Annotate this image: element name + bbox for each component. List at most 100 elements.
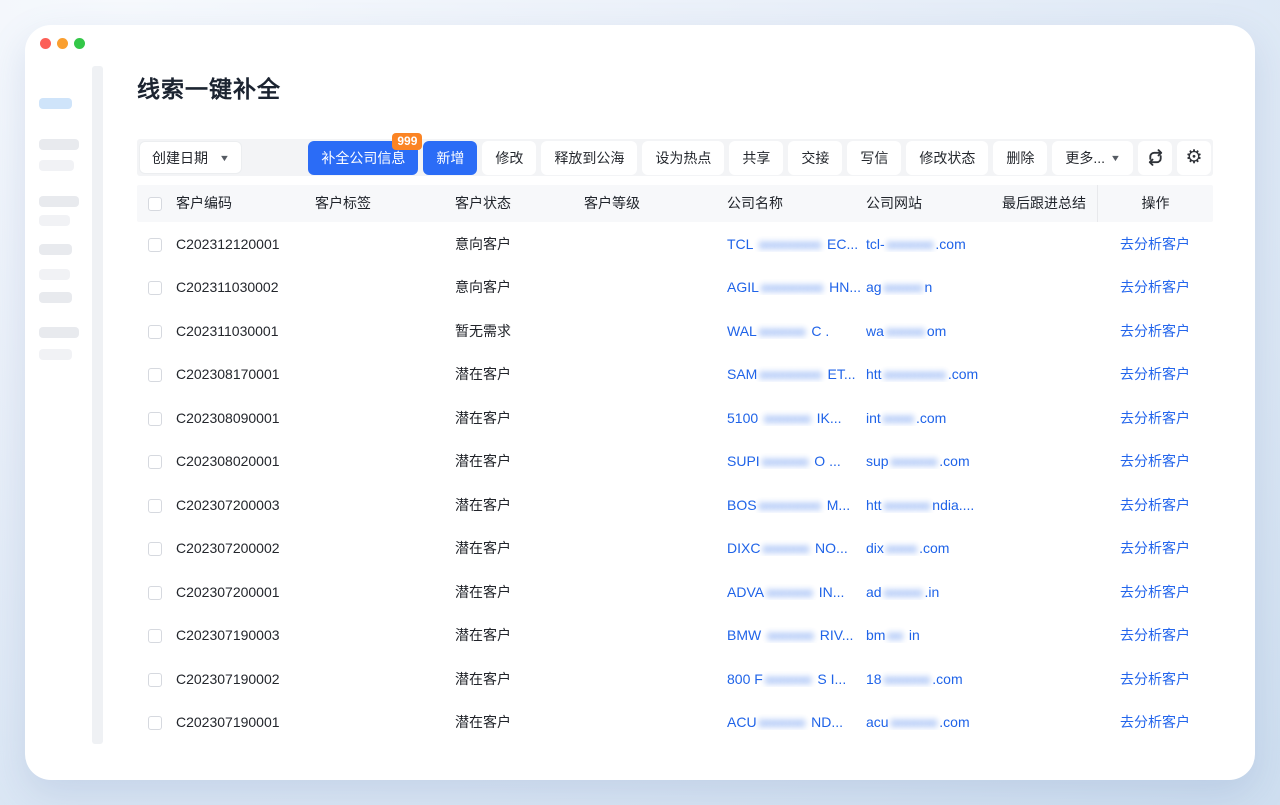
company-name-link[interactable]: AGILoooooooo HN...	[727, 279, 866, 295]
company-name-visible: S I...	[814, 671, 847, 687]
company-website-link[interactable]: bmoo in	[866, 627, 1002, 643]
company-website-link[interactable]: supoooooo.com	[866, 453, 1002, 469]
row-checkbox[interactable]	[148, 281, 162, 295]
row-checkbox[interactable]	[148, 412, 162, 426]
sidebar-item[interactable]	[39, 215, 70, 226]
company-name-visible: C .	[808, 323, 830, 339]
sidebar-item[interactable]	[39, 139, 79, 150]
row-actions: 去分析客户	[1097, 321, 1213, 341]
company-name-visible: HN...	[825, 279, 861, 295]
company-website-visible: om	[927, 323, 946, 339]
company-name-link[interactable]: WALoooooo C .	[727, 323, 866, 339]
company-website-link[interactable]: agooooon	[866, 279, 1002, 295]
customer-code: C202307190002	[176, 671, 315, 687]
analyze-customer-link[interactable]: 去分析客户	[1120, 323, 1190, 339]
analyze-customer-link[interactable]: 去分析客户	[1120, 497, 1190, 513]
sidebar-item[interactable]	[39, 292, 72, 303]
sidebar-item[interactable]	[39, 196, 79, 207]
toolbar-button[interactable]: 修改	[482, 141, 536, 175]
company-website-link[interactable]: tcl-oooooo.com	[866, 236, 1002, 252]
row-checkbox[interactable]	[148, 673, 162, 687]
row-checkbox[interactable]	[148, 499, 162, 513]
sync-transfer-button[interactable]	[1138, 141, 1172, 175]
row-checkbox[interactable]	[148, 586, 162, 600]
row-checkbox[interactable]	[148, 238, 162, 252]
company-name-visible: NO...	[811, 540, 848, 556]
company-name-link[interactable]: ADVAoooooo IN...	[727, 584, 866, 600]
analyze-customer-link[interactable]: 去分析客户	[1120, 366, 1190, 382]
row-checkbox[interactable]	[148, 629, 162, 643]
company-website-link[interactable]: 18oooooo.com	[866, 671, 1002, 687]
company-website-visible: .in	[925, 584, 940, 600]
analyze-customer-link[interactable]: 去分析客户	[1120, 279, 1190, 295]
app-window: 线索一键补全 创建日期 ▼ 补全公司信息 999 新增 修改释放到公海设为热点共…	[25, 25, 1255, 780]
analyze-customer-link[interactable]: 去分析客户	[1120, 453, 1190, 469]
company-website-link[interactable]: dixoooo.com	[866, 540, 1002, 556]
row-checkbox[interactable]	[148, 368, 162, 382]
analyze-customer-link[interactable]: 去分析客户	[1120, 410, 1190, 426]
analyze-customer-link[interactable]: 去分析客户	[1120, 236, 1190, 252]
analyze-customer-link[interactable]: 去分析客户	[1120, 714, 1190, 730]
toolbar-button[interactable]: 修改状态	[906, 141, 988, 175]
table-row: C202311030001 暂无需求 WALoooooo C . waooooo…	[137, 309, 1213, 353]
company-name-link[interactable]: BMW oooooo RIV...	[727, 627, 866, 643]
company-name-redacted: oooooooo	[759, 366, 821, 382]
toolbar-button[interactable]: 删除	[993, 141, 1047, 175]
sidebar-item[interactable]	[39, 327, 79, 338]
column-header: 客户等级	[584, 185, 727, 222]
minimize-window-button[interactable]	[57, 38, 68, 49]
sidebar-item[interactable]	[39, 269, 70, 280]
row-checkbox[interactable]	[148, 325, 162, 339]
select-all-checkbox[interactable]	[148, 197, 162, 211]
company-name-link[interactable]: BOSoooooooo M...	[727, 497, 866, 513]
company-website-visible: .com	[939, 714, 969, 730]
company-name-link[interactable]: SUPIoooooo O ...	[727, 453, 866, 469]
add-button[interactable]: 新增	[423, 141, 477, 175]
company-name-link[interactable]: DIXCoooooo NO...	[727, 540, 866, 556]
column-header: 客户编码	[176, 185, 315, 222]
company-website-link[interactable]: acuoooooo.com	[866, 714, 1002, 730]
sidebar-item[interactable]	[39, 349, 72, 360]
toolbar-button[interactable]: 共享	[729, 141, 783, 175]
more-button[interactable]: 更多... ▼	[1052, 141, 1133, 175]
toolbar-button[interactable]: 释放到公海	[541, 141, 637, 175]
row-checkbox[interactable]	[148, 716, 162, 730]
row-checkbox[interactable]	[148, 455, 162, 469]
company-name-visible: EC...	[823, 236, 858, 252]
company-name-link[interactable]: SAMoooooooo ET...	[727, 366, 866, 382]
row-checkbox-cell	[137, 323, 176, 339]
table-row: C202311030002 意向客户 AGILoooooooo HN... ag…	[137, 266, 1213, 310]
row-checkbox-cell	[137, 236, 176, 252]
toolbar-button[interactable]: 交接	[788, 141, 842, 175]
toolbar-button[interactable]: 写信	[847, 141, 901, 175]
toolbar-button[interactable]: 设为热点	[642, 141, 724, 175]
company-website-link[interactable]: intoooo.com	[866, 410, 1002, 426]
company-website-link[interactable]: httoooooooo.com	[866, 366, 1002, 382]
company-website-link[interactable]: adooooo.in	[866, 584, 1002, 600]
settings-button[interactable]: ⚙	[1177, 141, 1211, 175]
company-name-redacted: oooooooo	[759, 497, 821, 513]
sidebar-item[interactable]	[39, 160, 74, 171]
company-name-link[interactable]: ACUoooooo ND...	[727, 714, 866, 730]
company-website-link[interactable]: waoooooom	[866, 323, 1002, 339]
sidebar-item-active[interactable]	[39, 98, 72, 109]
company-website-redacted: oooo	[883, 410, 914, 426]
analyze-customer-link[interactable]: 去分析客户	[1120, 584, 1190, 600]
company-name-link[interactable]: 5100 oooooo IK...	[727, 410, 866, 426]
table-row: C202307200002 潜在客户 DIXCoooooo NO... dixo…	[137, 527, 1213, 571]
customer-status: 潜在客户	[455, 625, 584, 645]
analyze-customer-link[interactable]: 去分析客户	[1120, 540, 1190, 556]
date-filter-select[interactable]: 创建日期 ▼	[139, 141, 242, 174]
company-website-visible: n	[925, 279, 933, 295]
company-name-link[interactable]: 800 Foooooo S I...	[727, 671, 866, 687]
sidebar-item[interactable]	[39, 244, 72, 255]
company-website-visible: .com	[939, 453, 969, 469]
company-name-link[interactable]: TCL oooooooo EC...	[727, 236, 866, 252]
analyze-customer-link[interactable]: 去分析客户	[1120, 627, 1190, 643]
analyze-customer-link[interactable]: 去分析客户	[1120, 671, 1190, 687]
complete-company-info-button[interactable]: 补全公司信息 999	[308, 141, 418, 175]
maximize-window-button[interactable]	[74, 38, 85, 49]
row-checkbox[interactable]	[148, 542, 162, 556]
close-window-button[interactable]	[40, 38, 51, 49]
company-website-link[interactable]: httoooooondia....	[866, 497, 1002, 513]
